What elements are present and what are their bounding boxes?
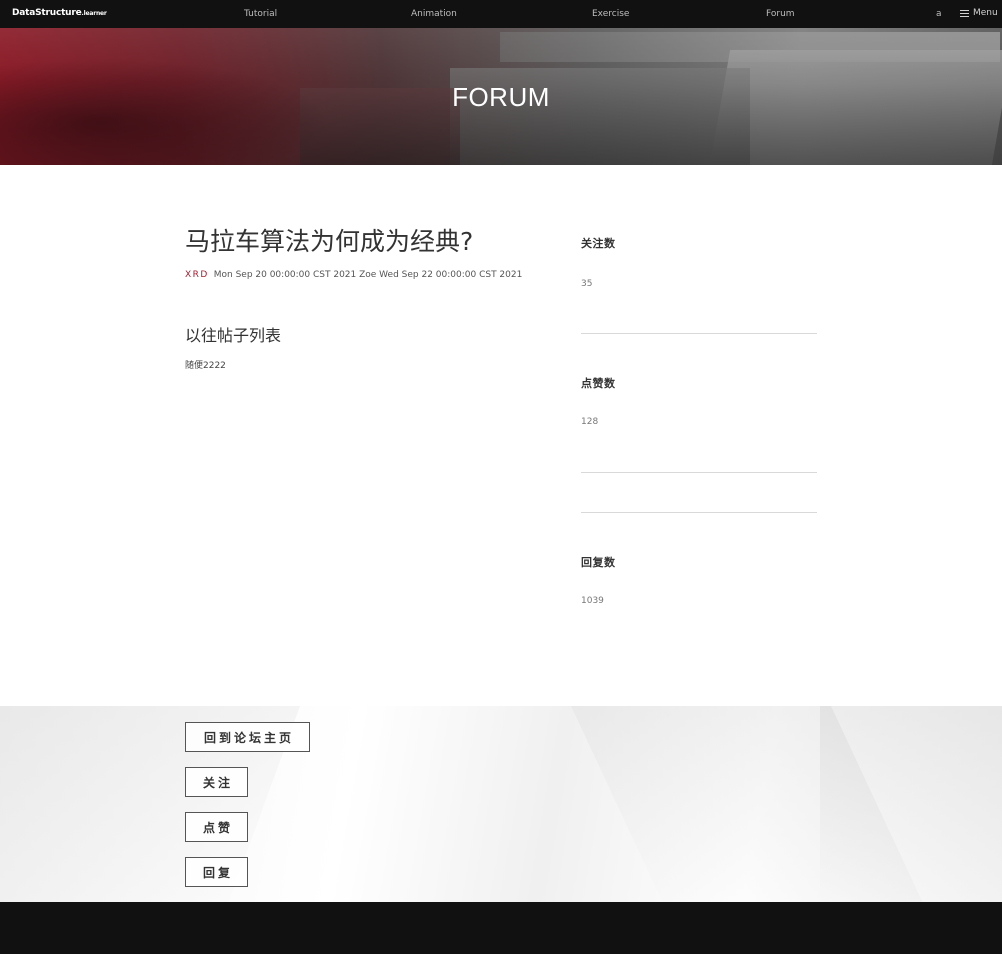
- back-to-forum-button[interactable]: 回到论坛主页: [185, 722, 310, 752]
- hero-title: FORUM: [452, 82, 550, 112]
- nav-user[interactable]: a: [936, 9, 942, 19]
- brand-name: DataStructure: [12, 8, 82, 18]
- follow-count-label: 关注数: [581, 237, 616, 250]
- post-meta: XRD Mon Sep 20 00:00:00 CST 2021 Zoe Wed…: [185, 270, 522, 280]
- history-title: 以往帖子列表: [185, 326, 282, 345]
- hero-banner: FORUM: [0, 28, 1002, 165]
- menu-button[interactable]: Menu: [960, 8, 998, 18]
- brand-logo[interactable]: DataStructure.learner: [12, 8, 107, 18]
- reply-count-label: 回复数: [581, 556, 616, 569]
- like-count-value: 128: [581, 417, 599, 427]
- menu-label: Menu: [973, 8, 998, 18]
- divider: [581, 512, 817, 513]
- divider: [581, 333, 817, 334]
- brand-suffix: .learner: [81, 10, 107, 17]
- post-meta-details: Mon Sep 20 00:00:00 CST 2021 Zoe Wed Sep…: [213, 270, 523, 280]
- divider: [581, 472, 817, 473]
- nav-link-tutorial[interactable]: Tutorial: [244, 9, 277, 19]
- footer: [0, 902, 1002, 954]
- follow-button[interactable]: 关注: [185, 767, 248, 797]
- like-count-label: 点赞数: [581, 377, 616, 390]
- actions-background: [0, 706, 1002, 902]
- post-title: 马拉车算法为何成为经典?: [185, 227, 474, 256]
- hamburger-icon: [960, 9, 969, 17]
- history-list-item[interactable]: 随便2222: [185, 358, 226, 371]
- nav-link-exercise[interactable]: Exercise: [592, 9, 629, 19]
- reply-count-value: 1039: [581, 596, 604, 606]
- follow-count-value: 35: [581, 279, 593, 289]
- like-button[interactable]: 点赞: [185, 812, 248, 842]
- reply-button[interactable]: 回复: [185, 857, 248, 887]
- nav-link-forum[interactable]: Forum: [766, 9, 795, 19]
- post-author[interactable]: XRD: [185, 270, 209, 280]
- top-navbar: DataStructure.learner Tutorial Animation…: [0, 0, 1002, 28]
- nav-link-animation[interactable]: Animation: [411, 9, 457, 19]
